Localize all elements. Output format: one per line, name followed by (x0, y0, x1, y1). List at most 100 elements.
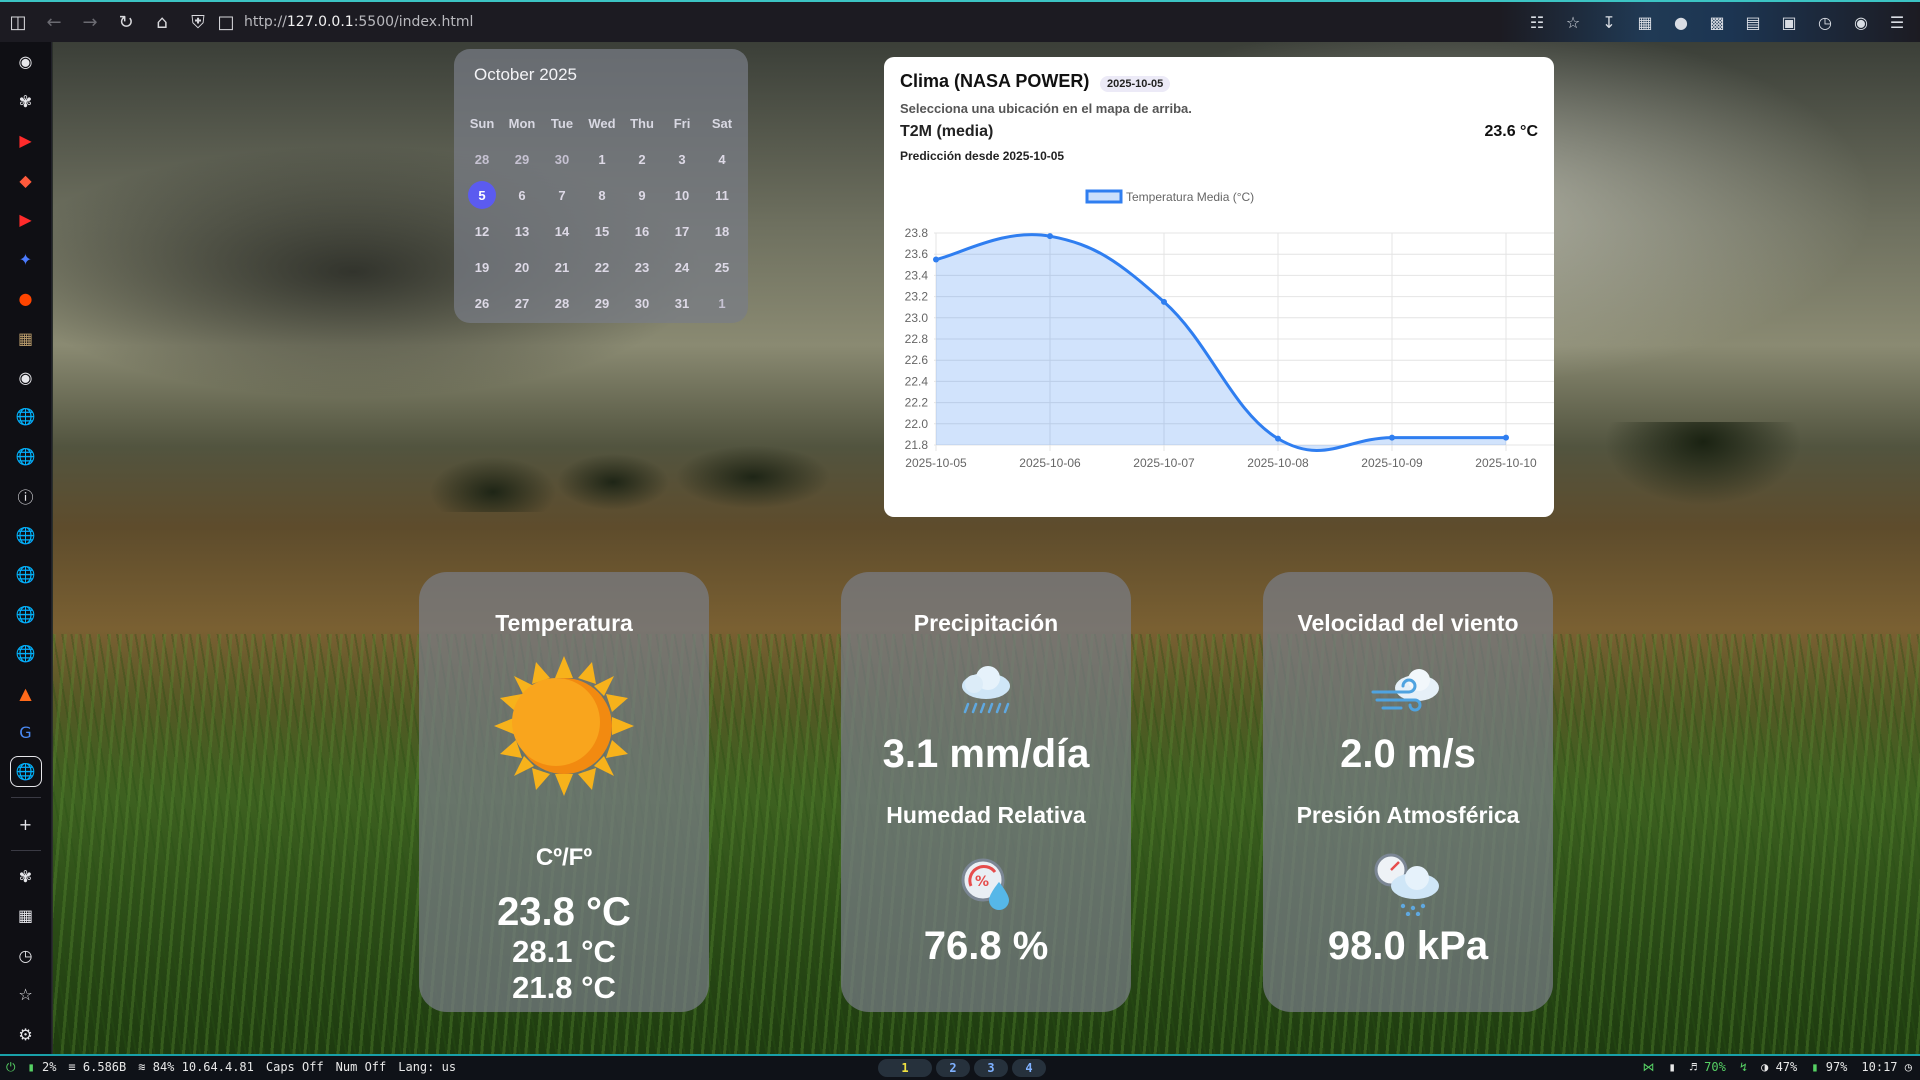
forward-button[interactable]: → (72, 4, 108, 40)
workspace-button[interactable]: 4 (1012, 1059, 1046, 1077)
calendar-day[interactable]: 29 (502, 141, 542, 177)
calendar-day[interactable]: 4 (702, 141, 742, 177)
calendar-day[interactable]: 13 (502, 213, 542, 249)
extension-badge-icon[interactable]: ▩ (1702, 7, 1732, 37)
calendar-day[interactable]: 24 (662, 249, 702, 285)
app-icon[interactable]: ◆ (8, 160, 44, 199)
calendar-day[interactable]: 1 (702, 285, 742, 321)
wind-value: 2.0 m/s (1340, 732, 1476, 776)
calendar-day[interactable]: 28 (462, 141, 502, 177)
screenshot-icon[interactable]: ◉ (1846, 7, 1876, 37)
globe-icon[interactable]: 🌐 (8, 437, 44, 476)
calendar-day[interactable]: 29 (582, 285, 622, 321)
globe-icon[interactable]: 🌐 (8, 555, 44, 594)
volume-status[interactable]: ♬ 70% (1690, 1060, 1726, 1074)
workspace-button[interactable]: 1 (878, 1059, 932, 1077)
gear-icon[interactable]: ⚙ (8, 1015, 44, 1054)
temperature-chart: Temperatura Media (°C) 23.8 23.6 23.4 23.2 23… (905, 189, 1554, 470)
workspace-button[interactable]: 2 (936, 1059, 970, 1077)
url-bar[interactable]: http://127.0.0.1:5500/index.html (244, 14, 473, 30)
calendar-day[interactable]: 28 (542, 285, 582, 321)
calendar-day[interactable]: 18 (702, 213, 742, 249)
star-icon[interactable]: ☆ (8, 975, 44, 1014)
calendar-day[interactable]: 12 (462, 213, 502, 249)
bird-icon[interactable]: ✦ (8, 239, 44, 278)
calendar-day[interactable]: 8 (582, 177, 622, 213)
calendar-day[interactable]: 11 (702, 177, 742, 213)
weekday-header: Fri (673, 115, 691, 131)
container-icon[interactable]: ▣ (1774, 7, 1804, 37)
globe-icon[interactable]: 🌐 (8, 595, 44, 634)
calendar-day[interactable]: 10 (662, 177, 702, 213)
back-button[interactable]: ← (36, 4, 72, 40)
y-tick-label: 22.0 (905, 417, 929, 431)
calendar-day[interactable]: 9 (622, 177, 662, 213)
extension-avatar-icon[interactable]: ● (1666, 7, 1696, 37)
add-icon[interactable]: + (8, 804, 44, 843)
unit-toggle[interactable]: Cº/Fº (419, 844, 709, 872)
fire-icon[interactable]: ▲ (8, 674, 44, 713)
calendar-day[interactable]: 23 (622, 249, 662, 285)
precipitation-value: 3.1 mm/día (882, 732, 1090, 776)
reddit-icon[interactable]: ● (8, 279, 44, 318)
clock-value: 10:17 (1861, 1060, 1898, 1074)
calendar-day[interactable]: 15 (582, 213, 622, 249)
home-button[interactable]: ⌂ (144, 4, 180, 40)
calendar-day[interactable]: 6 (502, 177, 542, 213)
globe-icon[interactable]: 🌐 (8, 397, 44, 436)
legend-label: Temperatura Media (°C) (1126, 190, 1254, 204)
calendar-day[interactable]: 21 (542, 249, 582, 285)
reader-view-icon[interactable]: ▤ (1738, 7, 1768, 37)
github-icon[interactable]: ◉ (8, 358, 44, 397)
globe-icon[interactable]: 🌐 (9, 756, 42, 788)
google-icon[interactable]: G (8, 713, 44, 752)
calendar-day[interactable]: 25 (702, 249, 742, 285)
download-icon[interactable]: ↧ (1594, 7, 1624, 37)
youtube-icon[interactable]: ▶ (8, 200, 44, 239)
calendar-day[interactable]: 22 (582, 249, 622, 285)
url-path: :5500/index.html (353, 14, 474, 30)
bookmark-star-icon[interactable]: ☆ (1558, 7, 1588, 37)
github-icon[interactable]: ◉ (8, 42, 44, 81)
extensions-icon[interactable]: ▦ (1630, 7, 1660, 37)
calendar-day[interactable]: 20 (502, 249, 542, 285)
ai-chat-icon[interactable]: ✾ (8, 857, 44, 896)
calendar-widget: October 2025 Sun Mon Tue Wed Thu Fri Sat 28 29 30… (454, 49, 748, 323)
calendar-day[interactable]: 5 (462, 177, 502, 213)
sidebar-toggle-icon[interactable]: ◫ (0, 4, 36, 40)
calendar-day[interactable]: 30 (542, 141, 582, 177)
youtube-icon[interactable]: ▶ (8, 121, 44, 160)
calendar-day[interactable]: 3 (662, 141, 702, 177)
reload-button[interactable]: ↻ (108, 4, 144, 40)
calendar-day[interactable]: 19 (462, 249, 502, 285)
translate-icon[interactable]: ☷ (1522, 7, 1552, 37)
calendar-day[interactable]: 7 (542, 177, 582, 213)
calendar-day[interactable]: 31 (662, 285, 702, 321)
history-icon[interactable]: ◷ (1810, 7, 1840, 37)
calendar-day[interactable]: 14 (542, 213, 582, 249)
info-icon[interactable]: ⓘ (8, 476, 44, 515)
calendar-day[interactable]: 17 (662, 213, 702, 249)
calendar-title: October 2025 (474, 65, 578, 84)
box-icon[interactable]: ▦ (8, 318, 44, 357)
shield-icon[interactable]: ⛨ (180, 4, 216, 40)
bluetooth-icon[interactable]: ⋈ (1642, 1060, 1654, 1074)
clock-icon[interactable]: ◷ (8, 936, 44, 975)
power-profile-icon[interactable]: ↯ (1740, 1060, 1747, 1074)
save-icon[interactable]: ▦ (8, 896, 44, 935)
openai-icon[interactable]: ✾ (8, 81, 44, 120)
globe-icon[interactable]: 🌐 (8, 516, 44, 555)
y-tick-label: 22.4 (905, 374, 929, 388)
calendar-day[interactable]: 26 (462, 285, 502, 321)
calendar-day[interactable]: 16 (622, 213, 662, 249)
menu-icon[interactable]: ☰ (1882, 7, 1912, 37)
globe-icon[interactable]: 🌐 (8, 634, 44, 673)
calendar-day[interactable]: 2 (622, 141, 662, 177)
workspace-button[interactable]: 3 (974, 1059, 1008, 1077)
brightness-value: 47% (1775, 1060, 1798, 1074)
calendar-day[interactable]: 27 (502, 285, 542, 321)
calendar-day[interactable]: 30 (622, 285, 662, 321)
power-icon[interactable]: ⏻ (6, 1060, 16, 1075)
calendar-day[interactable]: 1 (582, 141, 622, 177)
humidity-gauge-icon: % (961, 858, 1009, 910)
